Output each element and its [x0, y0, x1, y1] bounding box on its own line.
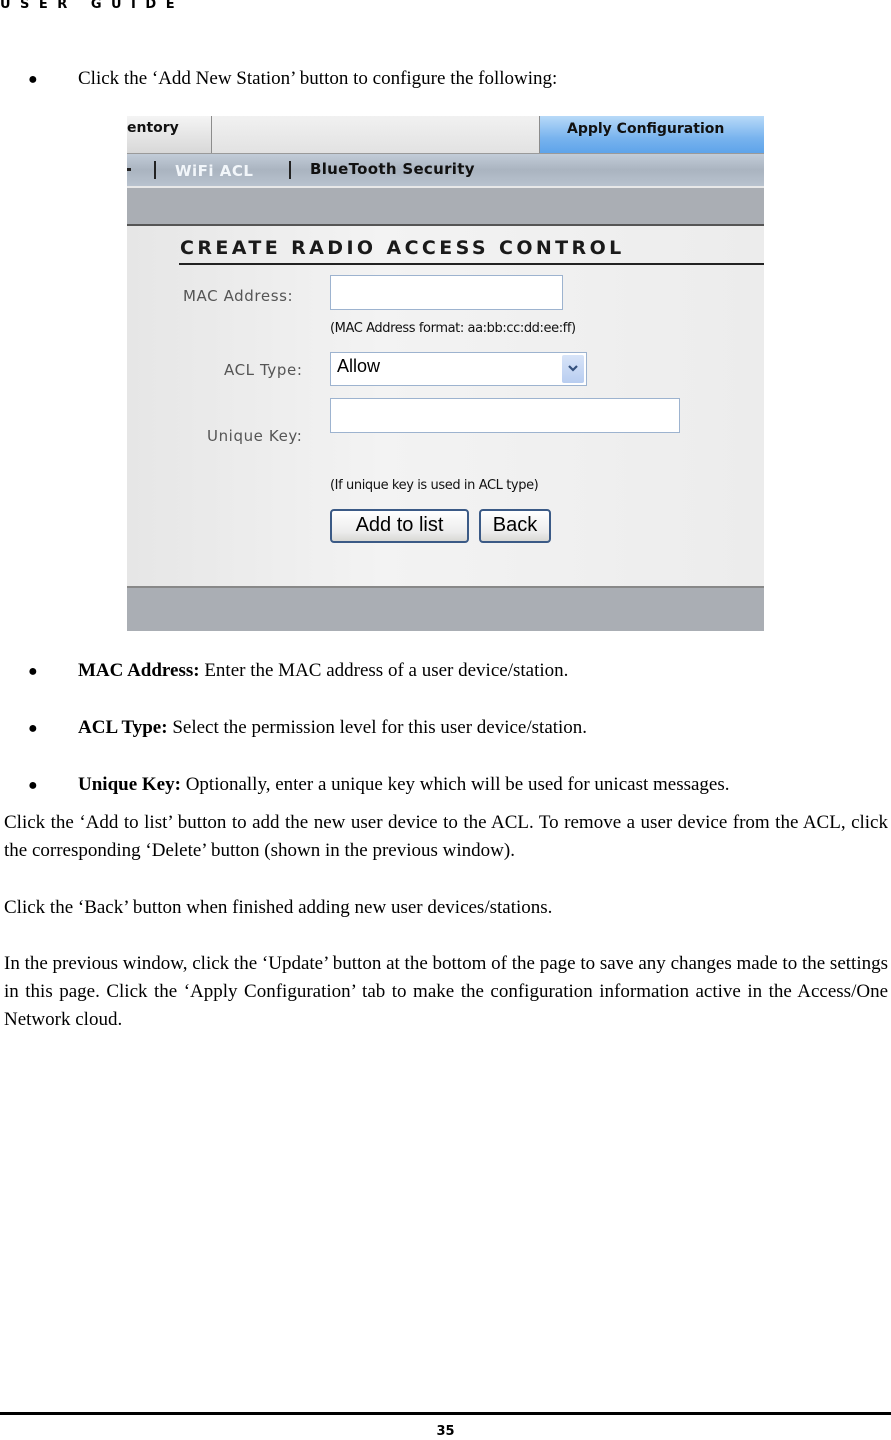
subnav-bluetooth-security[interactable]: BlueTooth Security [310, 160, 475, 178]
tab-inventory-label: entory [127, 120, 179, 136]
unique-key-input[interactable] [330, 398, 680, 433]
acl-type-label: ACL Type: [224, 361, 303, 379]
sub-navigation: WiFi ACL BlueTooth Security [127, 154, 764, 188]
field-description: Enter the MAC address of a user device/s… [199, 660, 569, 681]
toolbar-strip [127, 188, 764, 226]
field-term: ACL Type: [78, 717, 168, 738]
bottom-strip [127, 586, 764, 631]
title-divider [179, 263, 764, 265]
bullet-icon: ● [28, 71, 38, 88]
mac-address-input[interactable] [330, 275, 563, 310]
field-bullet: ● MAC Address: Enter the MAC address of a… [28, 660, 568, 683]
mac-address-label: MAC Address: [183, 287, 294, 305]
field-bullet: ● ACL Type: Select the permission level f… [28, 717, 587, 740]
bullet-icon: ● [28, 777, 38, 794]
back-button[interactable]: Back [479, 509, 551, 543]
create-acl-form: CREATE RADIO ACCESS CONTROL MAC Address:… [127, 226, 764, 586]
acl-type-select[interactable]: Allow [330, 352, 587, 386]
field-description: Select the permission level for this use… [167, 717, 588, 738]
top-tab-bar: entory Apply Configuration [127, 116, 764, 154]
field-bullet: ● Unique Key: Optionally, enter a unique … [28, 774, 730, 797]
unique-key-hint: (If unique key is used in ACL type) [330, 478, 539, 493]
bullet-icon: ● [28, 720, 38, 737]
tab-empty [212, 116, 540, 153]
tab-apply-configuration-label: Apply Configuration [567, 121, 725, 137]
unique-key-label: Unique Key: [207, 427, 303, 445]
page-number: 35 [436, 1424, 455, 1439]
subnav-separator [154, 161, 156, 179]
tab-inventory[interactable]: entory [127, 116, 212, 153]
footer-divider [0, 1412, 891, 1415]
form-title: CREATE RADIO ACCESS CONTROL [180, 237, 625, 259]
intro-bullet: ● Click the ‘Add New Station’ button to c… [28, 68, 557, 91]
intro-bullet-text: Click the ‘Add New Station’ button to co… [78, 68, 558, 89]
add-to-list-button[interactable]: Add to list [330, 509, 469, 543]
field-term: Unique Key: [78, 774, 181, 795]
paragraph-update-apply: In the previous window, click the ‘Updat… [4, 953, 888, 1030]
subnav-truncated-item[interactable] [127, 168, 131, 171]
paragraph-add-to-list: Click the ‘Add to list’ button to add th… [4, 812, 888, 861]
acl-type-selected-value: Allow [337, 356, 381, 376]
subnav-separator [289, 161, 291, 179]
field-term: MAC Address: [78, 660, 200, 681]
subnav-wifi-acl[interactable]: WiFi ACL [175, 162, 253, 180]
paragraph-back: Click the ‘Back’ button when finished ad… [4, 897, 553, 918]
document-header-title: USER GUIDE [0, 0, 185, 12]
mac-address-hint: (MAC Address format: aa:bb:cc:dd:ee:ff) [330, 321, 576, 336]
chevron-down-icon[interactable] [562, 355, 584, 383]
field-description: Optionally, enter a unique key which wil… [180, 774, 730, 795]
bullet-icon: ● [28, 663, 38, 680]
embedded-screenshot: entory Apply Configuration WiFi ACL Blue… [127, 116, 764, 631]
tab-apply-configuration[interactable]: Apply Configuration [540, 116, 764, 153]
